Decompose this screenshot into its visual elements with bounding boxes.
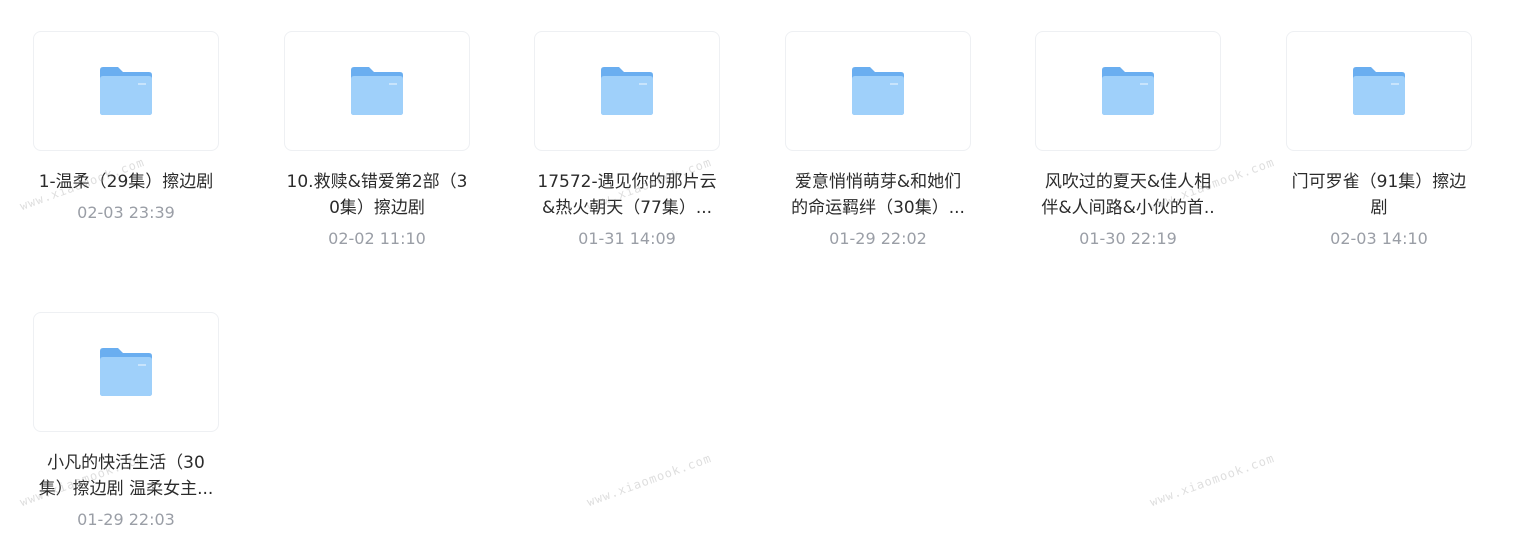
folder-item[interactable]: 10.救赎&错爱第2部（30集）擦边剧 02-02 11:10 — [284, 31, 470, 249]
folder-date: 02-02 11:10 — [328, 229, 426, 248]
folder-icon — [351, 67, 403, 115]
folder-thumbnail[interactable] — [33, 31, 219, 151]
folder-name[interactable]: 小凡的快活生活（30集）擦边剧 温柔女主... — [33, 450, 219, 502]
folder-thumbnail[interactable] — [33, 312, 219, 432]
folder-date: 01-29 22:02 — [829, 229, 927, 248]
folder-thumbnail[interactable] — [1286, 31, 1472, 151]
folder-item[interactable]: 爱意悄悄萌芽&和她们的命运羁绊（30集）... 01-29 22:02 — [785, 31, 971, 249]
folder-name[interactable]: 17572-遇见你的那片云&热火朝天（77集）... — [534, 169, 720, 221]
folder-name[interactable]: 1-温柔（29集）擦边剧 — [33, 169, 219, 195]
folder-item[interactable]: 门可罗雀（91集）擦边剧 02-03 14:10 — [1286, 31, 1472, 249]
folder-item[interactable]: 小凡的快活生活（30集）擦边剧 温柔女主... 01-29 22:03 — [33, 312, 219, 530]
folder-name[interactable]: 爱意悄悄萌芽&和她们的命运羁绊（30集）... — [785, 169, 971, 221]
file-grid: 1-温柔（29集）擦边剧 02-03 23:39 10.救赎&错爱第2部（30集… — [0, 0, 1538, 549]
folder-thumbnail[interactable] — [1035, 31, 1221, 151]
folder-date: 02-03 23:39 — [77, 203, 175, 222]
folder-icon — [1353, 67, 1405, 115]
folder-icon — [852, 67, 904, 115]
folder-icon — [601, 67, 653, 115]
folder-icon — [100, 67, 152, 115]
folder-name[interactable]: 风吹过的夏天&佳人相伴&人间路&小伙的首.. — [1035, 169, 1221, 221]
folder-thumbnail[interactable] — [534, 31, 720, 151]
folder-date: 02-03 14:10 — [1330, 229, 1428, 248]
watermark: www.xiaomook.com — [1148, 450, 1277, 510]
folder-thumbnail[interactable] — [785, 31, 971, 151]
folder-date: 01-30 22:19 — [1079, 229, 1177, 248]
folder-icon — [1102, 67, 1154, 115]
watermark: www.xiaomook.com — [585, 450, 714, 510]
folder-thumbnail[interactable] — [284, 31, 470, 151]
folder-name[interactable]: 10.救赎&错爱第2部（30集）擦边剧 — [284, 169, 470, 221]
folder-item[interactable]: 1-温柔（29集）擦边剧 02-03 23:39 — [33, 31, 219, 223]
folder-name[interactable]: 门可罗雀（91集）擦边剧 — [1286, 169, 1472, 221]
folder-icon — [100, 348, 152, 396]
folder-item[interactable]: 17572-遇见你的那片云&热火朝天（77集）... 01-31 14:09 — [534, 31, 720, 249]
folder-date: 01-31 14:09 — [578, 229, 676, 248]
folder-item[interactable]: 风吹过的夏天&佳人相伴&人间路&小伙的首.. 01-30 22:19 — [1035, 31, 1221, 249]
folder-date: 01-29 22:03 — [77, 510, 175, 529]
